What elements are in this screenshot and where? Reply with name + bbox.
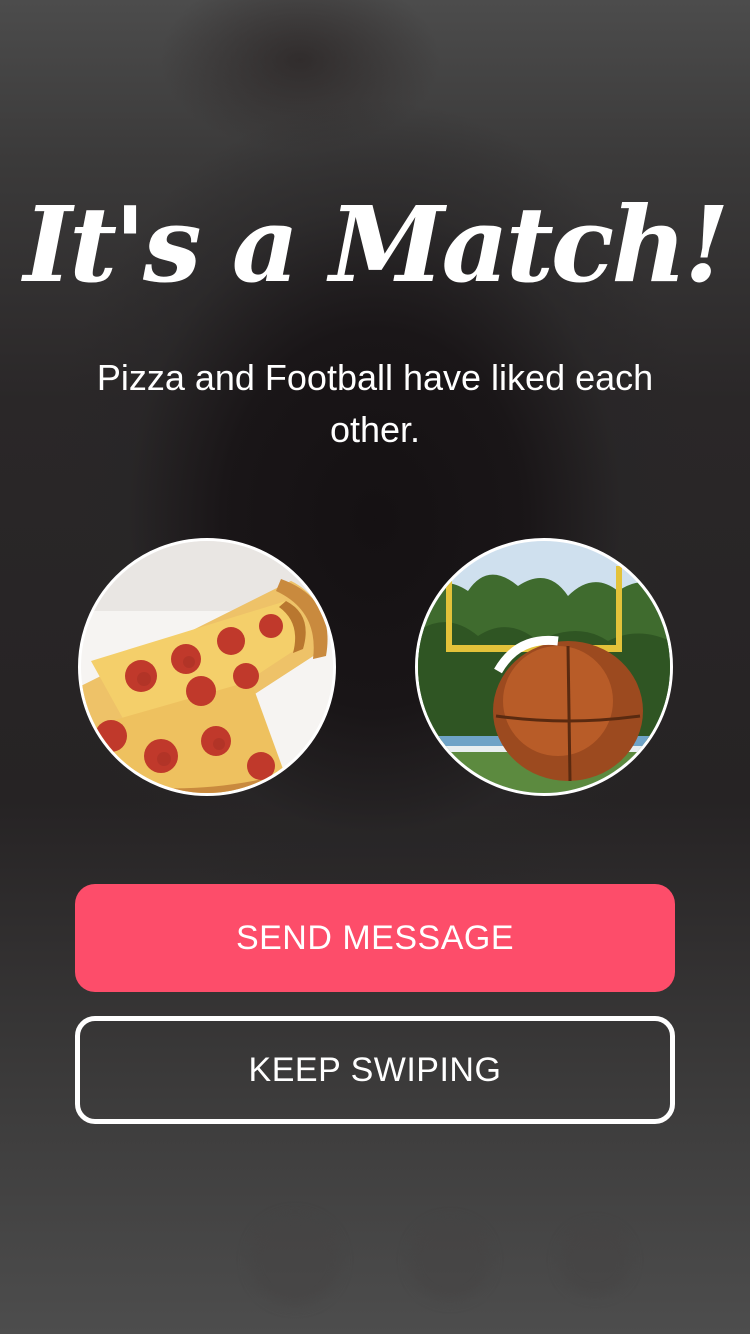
keep-swiping-button[interactable]: KEEP SWIPING [75,1016,675,1124]
pizza-icon [81,541,333,793]
match-subtitle: Pizza and Football have liked each other… [96,357,654,450]
send-message-button[interactable]: SEND MESSAGE [75,884,675,992]
pizza-avatar [78,538,336,796]
blurred-nav-icon [560,1225,630,1295]
match-title: It's a Match! [23,183,729,306]
football-icon [418,541,670,793]
blurred-nav-icon [250,1215,340,1305]
football-avatar [415,538,673,796]
blurred-nav-icon [410,1220,490,1300]
